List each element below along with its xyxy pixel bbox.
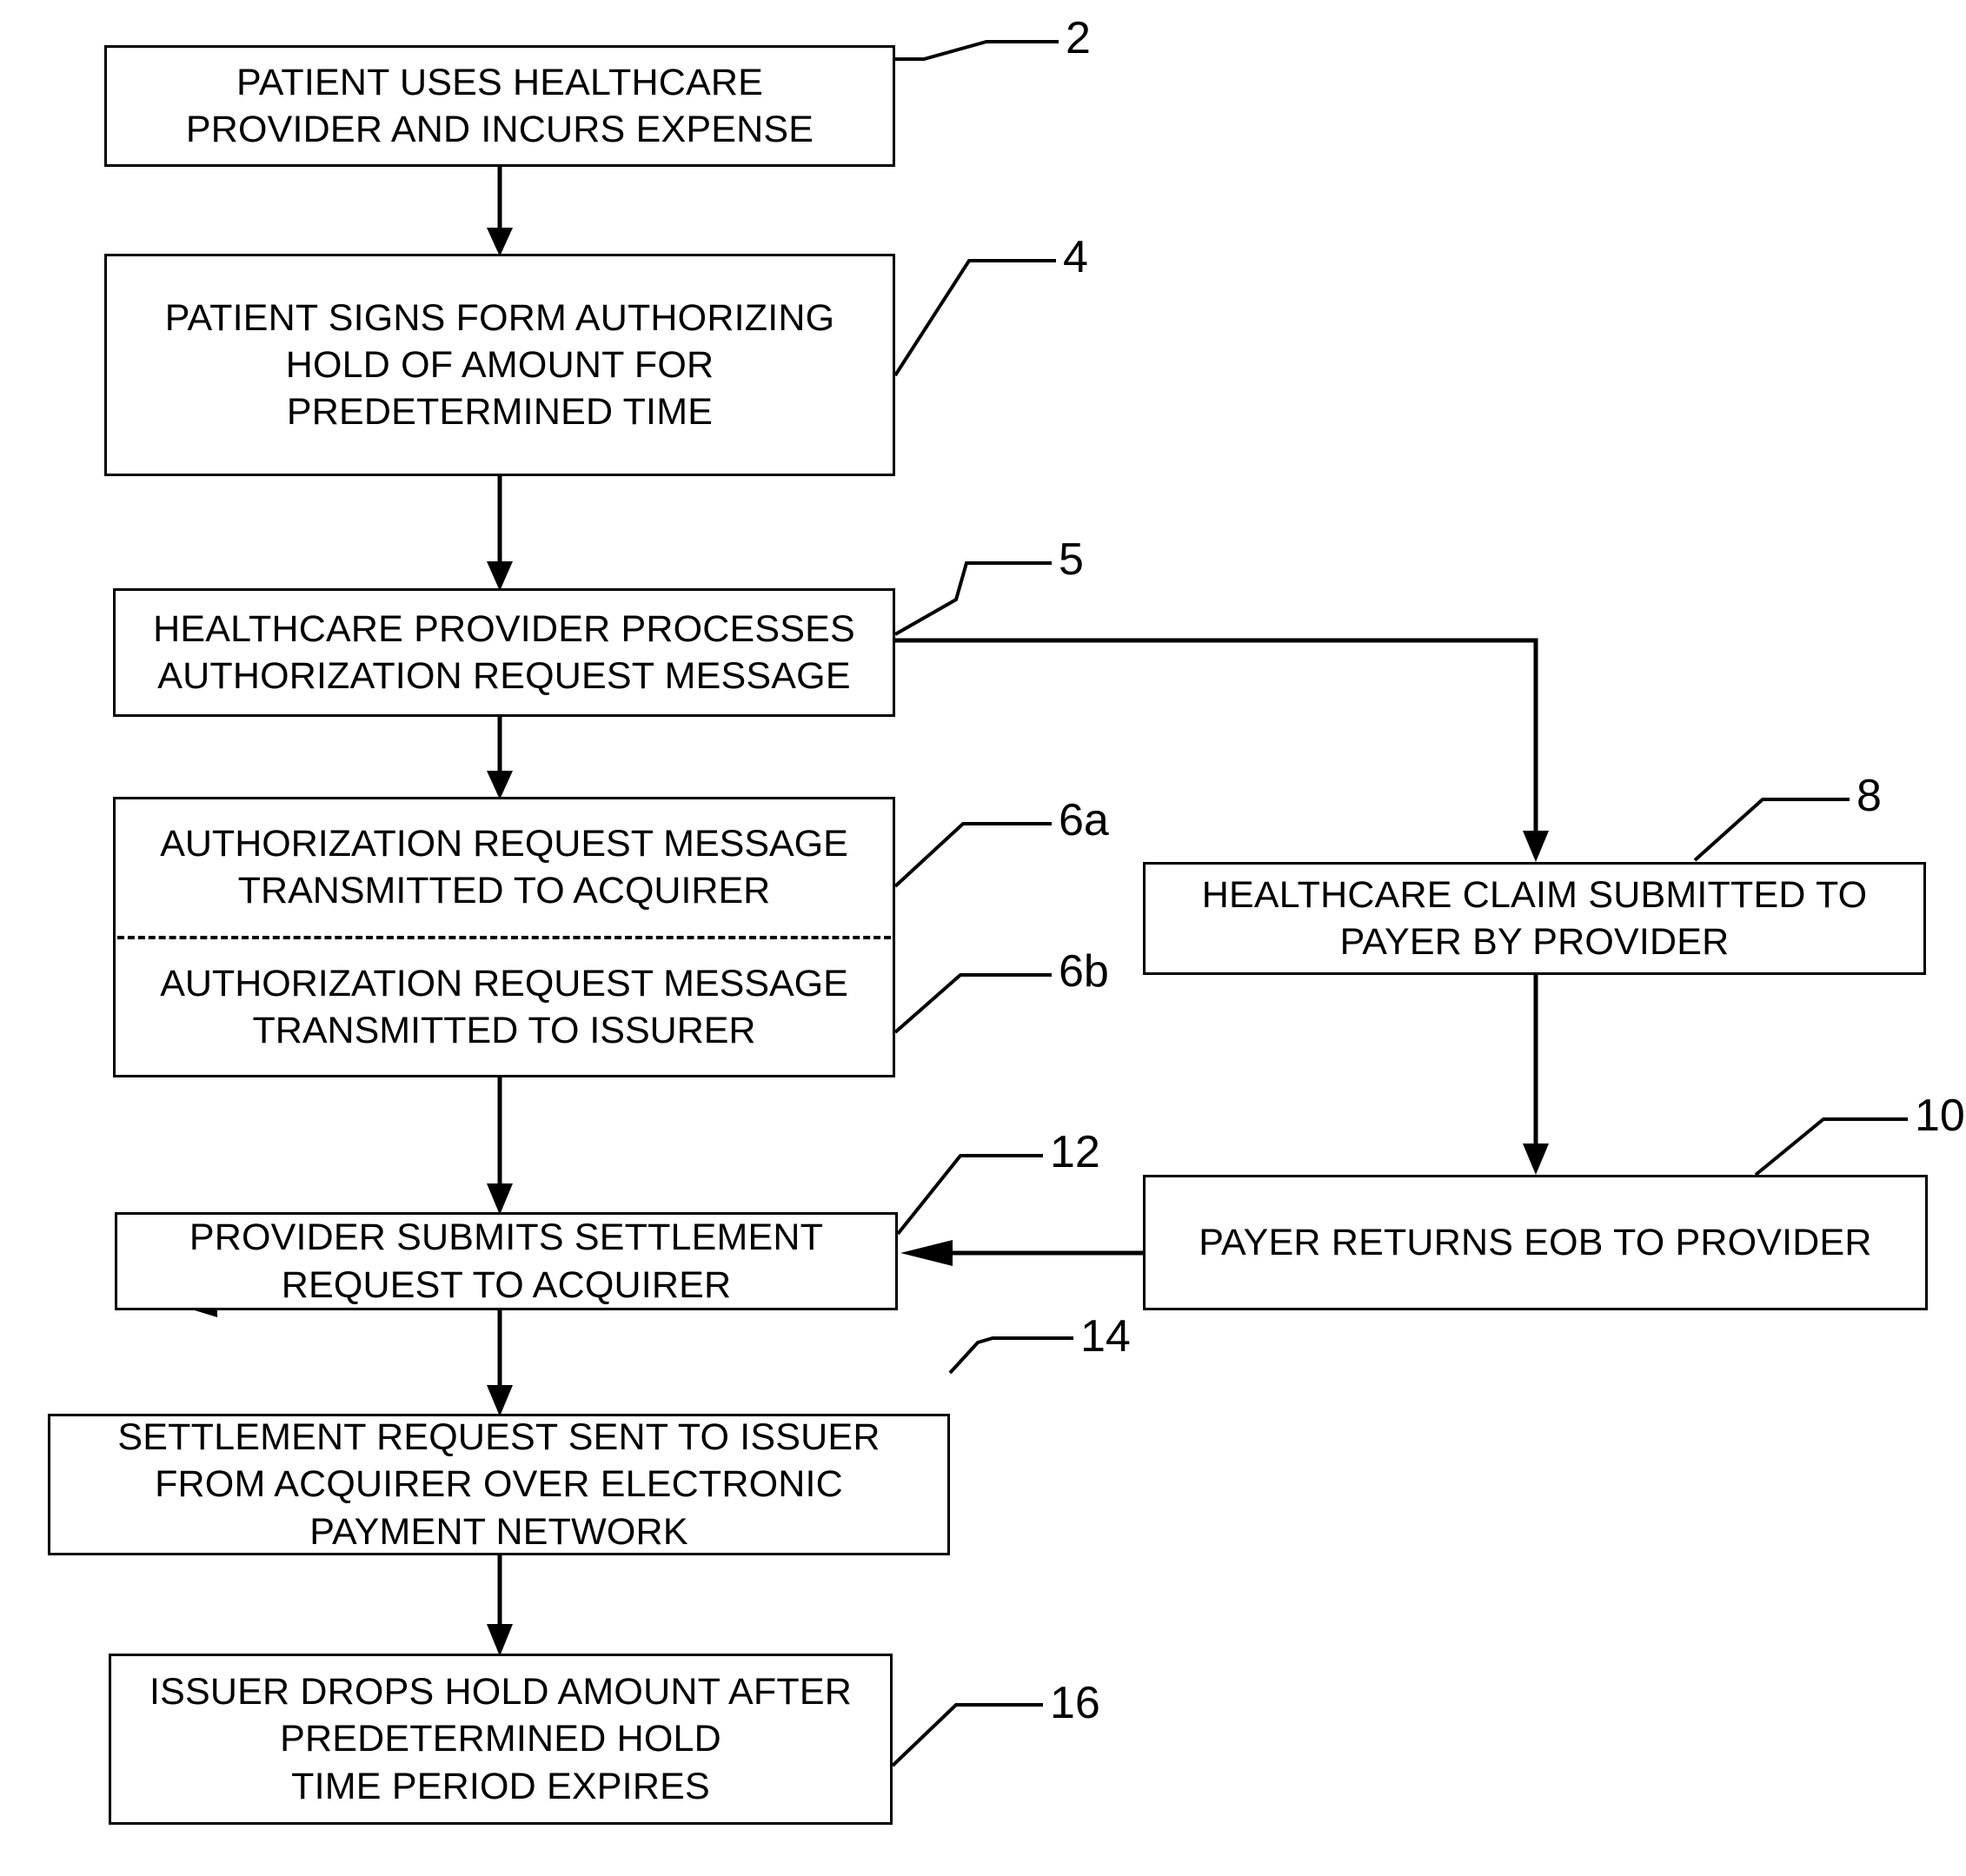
edge-n4-n5 (487, 476, 513, 591)
node-14-line-1: SETTLEMENT REQUEST SENT TO ISSUER (117, 1416, 880, 1459)
leader-line-5 (894, 561, 1052, 636)
node-12-line-2: REQUEST TO ACQUIRER (281, 1263, 732, 1306)
edge-n6b-n12 (487, 1077, 513, 1215)
edge-n10-n12 (900, 1240, 1143, 1266)
leader-line-10 (1754, 1117, 1908, 1177)
ref-number-2: 2 (1066, 13, 1091, 63)
node-6a-line-2: TRANSMITTED TO ACQUIRER (237, 870, 771, 912)
node-16-line-3: TIME PERIOD EXPIRES (291, 1765, 710, 1807)
node-5-line-2: AUTHORIZATION REQUEST MESSAGE (157, 655, 851, 697)
ref-number-8: 8 (1856, 771, 1882, 821)
node-6b-line-1: AUTHORIZATION REQUEST MESSAGE (160, 962, 848, 1004)
node-2-line-2: PROVIDER AND INCURS EXPENSE (185, 109, 814, 150)
node-6a-line-1: AUTHORIZATION REQUEST MESSAGE (160, 823, 848, 865)
edge-n8-n10 (1523, 975, 1549, 1175)
ref-number-5: 5 (1059, 534, 1084, 585)
ref-number-6a: 6a (1059, 795, 1109, 845)
edge-n5-n6a (487, 717, 513, 799)
ref-number-10: 10 (1915, 1090, 1965, 1141)
ref-number-16: 16 (1050, 1678, 1100, 1728)
leader-line-14 (948, 1336, 1073, 1375)
leader-line-4 (893, 259, 1056, 377)
node-8-healthcare-claim-submitted[interactable]: HEALTHCARE CLAIM SUBMITTED TO PAYER BY P… (1143, 862, 1926, 975)
leader-line-6a (893, 822, 1052, 888)
node-14-settlement-request-sent-to-issuer[interactable]: SETTLEMENT REQUEST SENT TO ISSUER FROM A… (48, 1414, 950, 1555)
node-4-line-2: HOLD OF AMOUNT FOR (285, 343, 714, 386)
edge-n5-n8 (895, 638, 1549, 862)
node-16-line-1: ISSUER DROPS HOLD AMOUNT AFTER (149, 1671, 852, 1714)
ref-number-6b: 6b (1059, 946, 1109, 997)
node-6b-transmitted-to-issurer[interactable]: AUTHORIZATION REQUEST MESSAGE TRANSMITTE… (116, 939, 893, 1076)
node-2-line-1: PATIENT USES HEALTHCARE (236, 61, 763, 103)
node-5-line-1: HEALTHCARE PROVIDER PROCESSES (153, 607, 855, 650)
node-10-line-1: PAYER RETURNS EOB TO PROVIDER (1199, 1221, 1872, 1263)
node-6b-line-2: TRANSMITTED TO ISSURER (252, 1009, 756, 1051)
node-5-provider-processes-auth-request[interactable]: HEALTHCARE PROVIDER PROCESSES AUTHORIZAT… (113, 588, 895, 717)
node-2-patient-uses-healthcare-provider[interactable]: PATIENT USES HEALTHCARE PROVIDER AND INC… (104, 45, 895, 167)
node-6a-transmitted-to-acquirer[interactable]: AUTHORIZATION REQUEST MESSAGE TRANSMITTE… (116, 799, 893, 936)
edge-n2-n4 (487, 167, 513, 256)
node-16-issuer-drops-hold-amount[interactable]: ISSUER DROPS HOLD AMOUNT AFTER PREDETERM… (109, 1654, 893, 1825)
leader-line-16 (891, 1703, 1043, 1767)
node-8-line-1: HEALTHCARE CLAIM SUBMITTED TO (1201, 873, 1868, 916)
leader-line-12 (896, 1154, 1043, 1236)
node-12-provider-submits-settlement-request[interactable]: PROVIDER SUBMITS SETTLEMENT REQUEST TO A… (115, 1212, 898, 1310)
ref-number-14: 14 (1080, 1311, 1131, 1362)
node-4-line-1: PATIENT SIGNS FORM AUTHORIZING (164, 296, 835, 339)
leader-line-6b (893, 973, 1052, 1034)
edge-n12-n14 (487, 1310, 513, 1416)
node-8-line-2: PAYER BY PROVIDER (1339, 921, 1730, 963)
figure-canvas: PATIENT USES HEALTHCARE PROVIDER AND INC… (0, 0, 1966, 1876)
leader-line-2 (895, 40, 1059, 61)
node-4-line-3: PREDETERMINED TIME (286, 391, 714, 434)
ref-number-4: 4 (1063, 232, 1088, 282)
node-14-line-3: PAYMENT NETWORK (309, 1510, 688, 1553)
edge-n14-n16 (487, 1555, 513, 1656)
node-16-line-2: PREDETERMINED HOLD (280, 1718, 721, 1760)
node-4-patient-signs-form[interactable]: PATIENT SIGNS FORM AUTHORIZING HOLD OF A… (104, 254, 895, 476)
ref-number-12: 12 (1050, 1127, 1100, 1177)
node-14-line-2: FROM ACQUIRER OVER ELECTRONIC (155, 1463, 843, 1506)
node-12-line-1: PROVIDER SUBMITS SETTLEMENT (189, 1216, 824, 1259)
leader-line-8 (1693, 798, 1850, 862)
node-10-payer-returns-eob[interactable]: PAYER RETURNS EOB TO PROVIDER (1143, 1175, 1928, 1310)
node-6-auth-request-transmission[interactable]: AUTHORIZATION REQUEST MESSAGE TRANSMITTE… (113, 797, 895, 1077)
